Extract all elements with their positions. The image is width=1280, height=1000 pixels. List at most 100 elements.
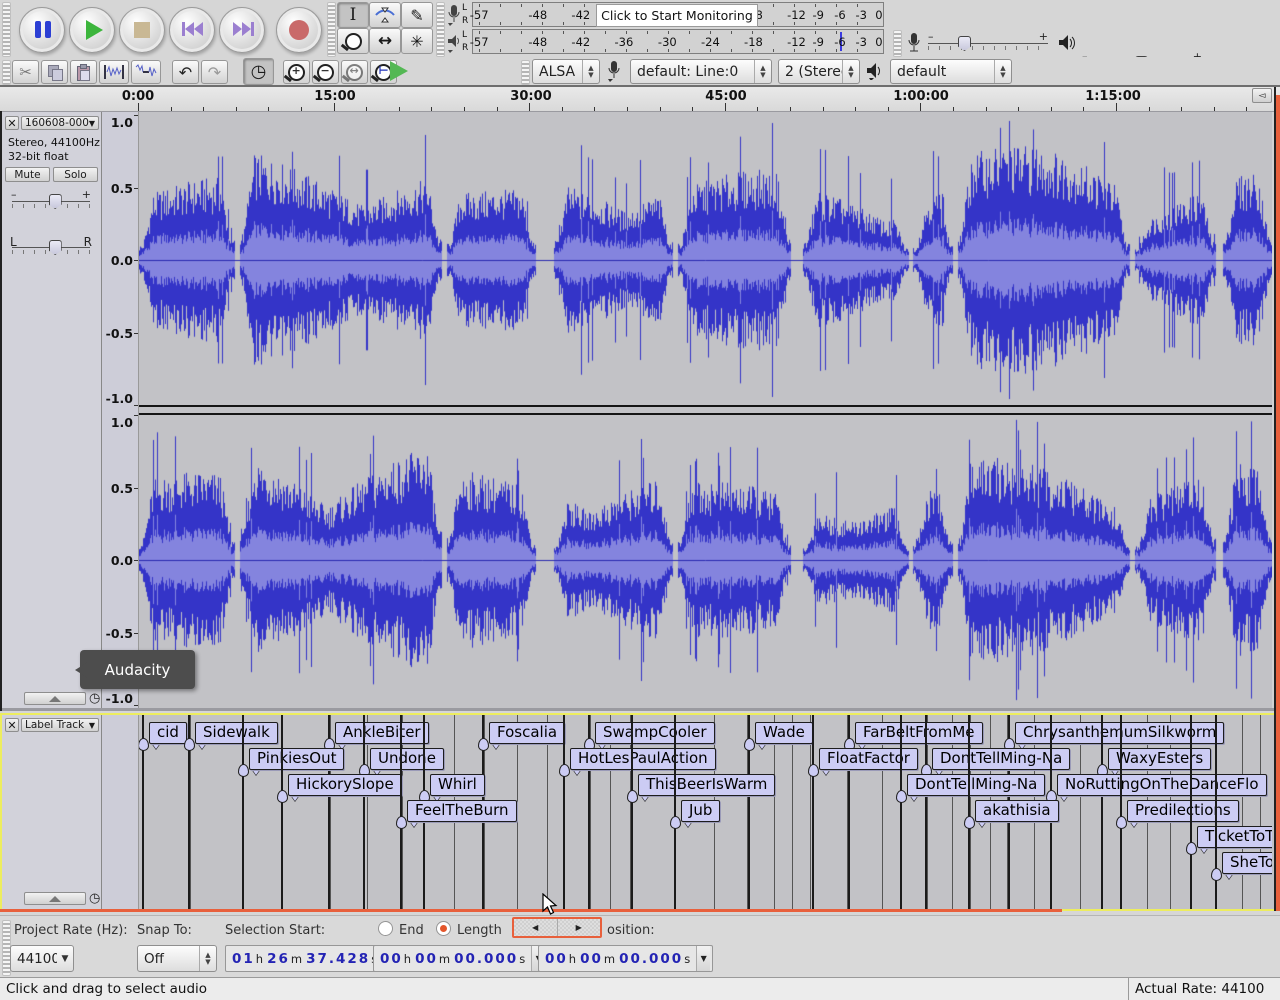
label-anchor-line[interactable] [400,715,402,909]
label-anchor-line[interactable] [925,715,927,909]
solo-button[interactable]: Solo [53,167,98,182]
label-boundary-line[interactable] [882,715,883,909]
label-boundary-line[interactable] [547,715,548,909]
monitor-prompt[interactable]: Click to Start Monitoring [596,4,758,27]
label-handle[interactable] [277,790,288,803]
label-pill[interactable]: Undone [370,748,444,770]
pause-button[interactable] [19,7,65,53]
label-boundary-line[interactable] [1242,715,1243,909]
draw-tool-button[interactable]: ✎ [401,2,433,28]
vertical-scrollbar-stepper[interactable]: ◅ [1252,88,1272,103]
label-track-title-menu[interactable]: Label Track▼ [21,718,99,732]
copy-button[interactable] [41,60,68,84]
spinner-icon[interactable]: ▲▼ [582,60,599,83]
horizontal-scrollbar-track[interactable] [0,909,1062,912]
label-handle[interactable] [139,738,149,751]
label-boundary-line[interactable] [810,715,811,909]
pan-slider[interactable]: LR [12,238,90,258]
recording-volume-slider[interactable]: –+ [928,34,1048,54]
label-handle[interactable] [896,790,907,803]
label-anchor-line[interactable] [363,715,365,909]
collapse-track-button[interactable] [24,692,86,705]
zoom-tool-button[interactable] [337,28,369,54]
envelope-tool-button[interactable] [369,2,401,28]
label-pill[interactable]: Wade [755,722,813,744]
label-handle[interactable] [744,738,755,751]
vertical-scrollbar[interactable] [1276,95,1280,911]
label-handle[interactable] [478,738,489,751]
label-pill[interactable]: ThisBeerIsWarm [638,774,775,796]
track-title-menu[interactable]: 160608-000▼ [21,116,99,130]
chevron-down-icon[interactable]: ▼ [696,946,710,971]
end-radio[interactable] [378,921,393,936]
label-anchor-line[interactable] [242,715,244,909]
zoom-out-button[interactable]: − [312,60,339,84]
selection-tool-button[interactable]: I [337,2,369,28]
label-pill[interactable]: WaxyEsters [1108,748,1211,770]
forward-button[interactable] [219,7,265,53]
playback-meter[interactable]: LR -57-48-42-36-30-24-18-12-9-6-30 [446,29,886,55]
waveform-channel-right[interactable] [139,415,1272,705]
label-boundary-line[interactable] [952,715,953,909]
label-pill[interactable]: FarBeltFromMe [855,722,983,744]
label-handle[interactable] [627,790,638,803]
device-toolbar-grip[interactable] [521,60,530,85]
label-handle[interactable] [396,816,407,829]
redo-button[interactable]: ↷ [201,60,228,84]
rewind-button[interactable] [169,7,215,53]
length-radio[interactable] [436,921,451,936]
zoom-in-button[interactable]: + [283,60,310,84]
record-button[interactable] [276,7,322,53]
project-rate-select[interactable]: 44100▼ [10,945,74,972]
label-anchor-line[interactable] [812,715,814,909]
label-anchor-line[interactable] [1190,715,1192,909]
label-pill[interactable]: cid [149,722,187,744]
label-pill[interactable]: akathisia [975,800,1059,822]
transport-toolbar-grip[interactable] [2,2,11,57]
mixer-toolbar-grip[interactable] [893,30,902,57]
close-track-button[interactable]: ✕ [5,116,19,130]
horizontal-scrollbar-thumb[interactable]: ◀▶ [512,917,602,938]
multi-tool-button[interactable]: ✳ [401,28,433,54]
play-button[interactable] [69,7,115,53]
recording-meter[interactable]: LR Click to Start Monitoring -57-48-42-3… [446,2,886,28]
label-handle[interactable] [559,764,570,777]
label-handle[interactable] [184,738,195,751]
snap-to-select[interactable]: Off▲▼ [137,945,217,972]
input-device-select[interactable]: default: Line:0▲▼ [630,59,772,84]
edit-toolbar-grip[interactable] [2,60,11,85]
label-pill[interactable]: Predilections [1127,800,1239,822]
label-anchor-line[interactable] [900,715,902,909]
input-channels-select[interactable]: 2 (Stereo▲▼ [778,59,860,84]
label-boundary-line[interactable] [970,715,971,909]
label-boundary-line[interactable] [792,715,793,909]
collapse-label-track-button[interactable] [24,892,86,905]
audio-position-field[interactable]: 00h00m00.000s▼ [538,945,713,972]
label-pill[interactable]: DontTellMing-Na [907,774,1045,796]
label-handle[interactable] [1211,868,1222,881]
timeshift-tool-button[interactable]: ↔ [369,28,401,54]
label-handle[interactable] [964,816,975,829]
label-boundary-line[interactable] [927,715,928,909]
label-anchor-line[interactable] [281,715,283,909]
label-boundary-line[interactable] [1080,715,1081,909]
label-anchor-line[interactable] [631,715,633,909]
label-anchor-line[interactable] [563,715,565,909]
paste-button[interactable] [70,60,97,84]
cut-button[interactable]: ✂ [12,60,39,84]
label-track-content[interactable]: cidSidewalkAnkleBiterFoscaliaSwampCooler… [139,715,1272,909]
mute-button[interactable]: Mute [5,167,50,182]
label-pill[interactable]: SheTo [1222,852,1272,874]
gain-slider[interactable]: –+ [12,192,90,212]
waveform-channel-left[interactable] [139,115,1272,405]
label-pill[interactable]: TicketToT [1197,826,1272,848]
label-pill[interactable]: HickorySlope [288,774,402,796]
meter-toolbar-grip[interactable] [436,2,445,57]
tools-toolbar-grip[interactable] [327,2,336,57]
label-pill[interactable]: Jub [681,800,720,822]
label-handle[interactable] [808,764,819,777]
label-boundary-line[interactable] [517,715,518,909]
label-boundary-line[interactable] [774,715,775,909]
scroll-right-icon[interactable]: ▶ [576,923,582,932]
label-pill[interactable]: SwampCooler [595,722,715,744]
